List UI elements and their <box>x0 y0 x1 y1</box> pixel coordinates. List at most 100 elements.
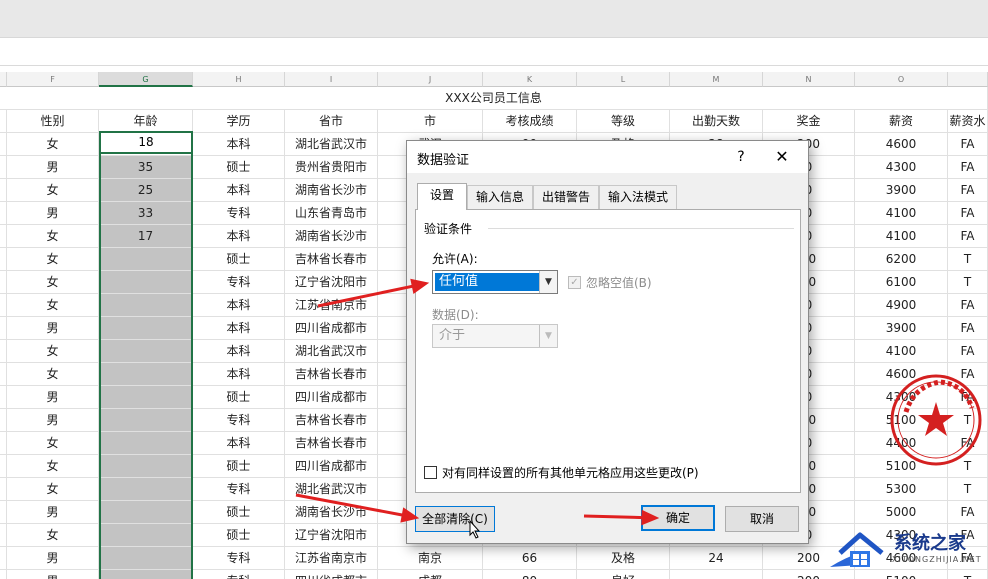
table-cell[interactable]: 湖南省长沙市 <box>285 225 378 248</box>
table-cell[interactable]: 女 <box>7 133 99 156</box>
ignore-blank-checkbox[interactable]: ✓ <box>568 276 581 289</box>
table-cell[interactable] <box>99 524 193 547</box>
header-cell[interactable] <box>0 110 7 133</box>
column-header[interactable]: N <box>763 72 855 87</box>
tab-ime-mode[interactable]: 输入法模式 <box>599 185 677 209</box>
table-cell[interactable]: 3900 <box>855 317 948 340</box>
apply-all-checkbox[interactable] <box>424 466 437 479</box>
column-header[interactable]: O <box>855 72 948 87</box>
table-cell[interactable] <box>0 432 7 455</box>
data-select[interactable]: 介于 ▼ <box>432 324 558 348</box>
table-cell[interactable]: 女 <box>7 524 99 547</box>
table-cell[interactable]: 湖南省长沙市 <box>285 501 378 524</box>
table-cell[interactable]: 本科 <box>193 340 285 363</box>
table-cell[interactable]: 南京 <box>378 547 483 570</box>
table-cell[interactable]: FA <box>948 225 988 248</box>
header-cell[interactable]: 出勤天数 <box>670 110 763 133</box>
table-cell[interactable]: 吉林省长春市 <box>285 248 378 271</box>
table-cell[interactable]: 江苏省南京市 <box>285 294 378 317</box>
table-cell[interactable] <box>0 524 7 547</box>
table-cell[interactable]: 男 <box>7 570 99 579</box>
ok-button[interactable]: 确定 <box>641 505 715 531</box>
table-cell[interactable]: 女 <box>7 271 99 294</box>
table-cell[interactable] <box>0 340 7 363</box>
table-cell[interactable] <box>0 409 7 432</box>
table-cell[interactable] <box>0 156 7 179</box>
table-cell[interactable]: 贵州省贵阳市 <box>285 156 378 179</box>
column-header[interactable] <box>948 72 988 87</box>
table-cell[interactable]: 硕士 <box>193 248 285 271</box>
table-cell[interactable]: 女 <box>7 478 99 501</box>
table-cell[interactable]: 66 <box>483 547 577 570</box>
table-cell[interactable] <box>99 363 193 386</box>
table-cell[interactable]: FA <box>948 317 988 340</box>
table-cell[interactable] <box>99 271 193 294</box>
table-cell[interactable] <box>0 271 7 294</box>
table-cell[interactable]: 四川省成都市 <box>285 317 378 340</box>
column-header[interactable]: G <box>99 72 193 87</box>
table-cell[interactable]: FA <box>948 501 988 524</box>
table-cell[interactable]: 成都 <box>378 570 483 579</box>
column-header[interactable]: L <box>577 72 670 87</box>
table-cell[interactable]: 山东省青岛市 <box>285 202 378 225</box>
header-cell[interactable]: 薪资水 <box>948 110 988 133</box>
tab-settings[interactable]: 设置 <box>417 183 467 210</box>
table-cell[interactable] <box>0 179 7 202</box>
table-cell[interactable]: 本科 <box>193 225 285 248</box>
header-cell[interactable]: 奖金 <box>763 110 855 133</box>
header-cell[interactable]: 年龄 <box>99 110 193 133</box>
column-header[interactable]: I <box>285 72 378 87</box>
table-cell[interactable]: 四川省成都市 <box>285 455 378 478</box>
table-cell[interactable] <box>670 570 763 579</box>
table-cell[interactable]: 本科 <box>193 294 285 317</box>
table-cell[interactable]: 本科 <box>193 432 285 455</box>
column-header[interactable]: F <box>7 72 99 87</box>
table-cell[interactable]: FA <box>948 340 988 363</box>
table-cell[interactable] <box>0 363 7 386</box>
table-cell[interactable]: 女 <box>7 432 99 455</box>
table-cell[interactable]: T <box>948 271 988 294</box>
formula-bar[interactable] <box>0 38 988 66</box>
table-cell[interactable] <box>99 547 193 570</box>
table-cell[interactable] <box>99 455 193 478</box>
table-cell[interactable]: 35 <box>99 156 193 179</box>
table-cell[interactable]: 专科 <box>193 271 285 294</box>
table-cell[interactable] <box>0 386 7 409</box>
table-cell[interactable]: 专科 <box>193 547 285 570</box>
table-cell[interactable]: 6200 <box>855 248 948 271</box>
table-cell[interactable]: T <box>948 478 988 501</box>
header-cell[interactable]: 学历 <box>193 110 285 133</box>
table-cell[interactable]: 湖北省武汉市 <box>285 133 378 156</box>
table-cell[interactable]: 湖北省武汉市 <box>285 340 378 363</box>
column-header[interactable]: K <box>483 72 577 87</box>
allow-select[interactable]: 任何值 ▼ <box>432 270 558 294</box>
table-cell[interactable] <box>99 501 193 524</box>
table-cell[interactable]: 专科 <box>193 409 285 432</box>
table-cell[interactable]: 33 <box>99 202 193 225</box>
header-cell[interactable]: 性别 <box>7 110 99 133</box>
table-cell[interactable]: FA <box>948 294 988 317</box>
table-cell[interactable]: 湖北省武汉市 <box>285 478 378 501</box>
table-cell[interactable] <box>0 133 7 156</box>
table-cell[interactable]: 本科 <box>193 133 285 156</box>
table-cell[interactable]: 女 <box>7 340 99 363</box>
table-cell[interactable] <box>0 225 7 248</box>
table-cell[interactable] <box>0 294 7 317</box>
table-cell[interactable]: 4300 <box>855 156 948 179</box>
table-cell[interactable] <box>0 455 7 478</box>
table-cell[interactable] <box>99 478 193 501</box>
table-cell[interactable]: 24 <box>670 547 763 570</box>
column-header[interactable]: J <box>378 72 483 87</box>
table-cell[interactable] <box>0 547 7 570</box>
table-cell[interactable]: 25 <box>99 179 193 202</box>
table-cell[interactable]: 女 <box>7 363 99 386</box>
table-cell[interactable] <box>99 409 193 432</box>
table-cell[interactable]: 吉林省长春市 <box>285 432 378 455</box>
table-cell[interactable]: 硕士 <box>193 501 285 524</box>
table-cell[interactable] <box>99 570 193 579</box>
table-cell[interactable]: 硕士 <box>193 386 285 409</box>
chevron-down-icon[interactable]: ▼ <box>539 325 557 347</box>
header-cell[interactable]: 考核成绩 <box>483 110 577 133</box>
table-cell[interactable]: 辽宁省沈阳市 <box>285 271 378 294</box>
table-cell[interactable]: 江苏省南京市 <box>285 547 378 570</box>
